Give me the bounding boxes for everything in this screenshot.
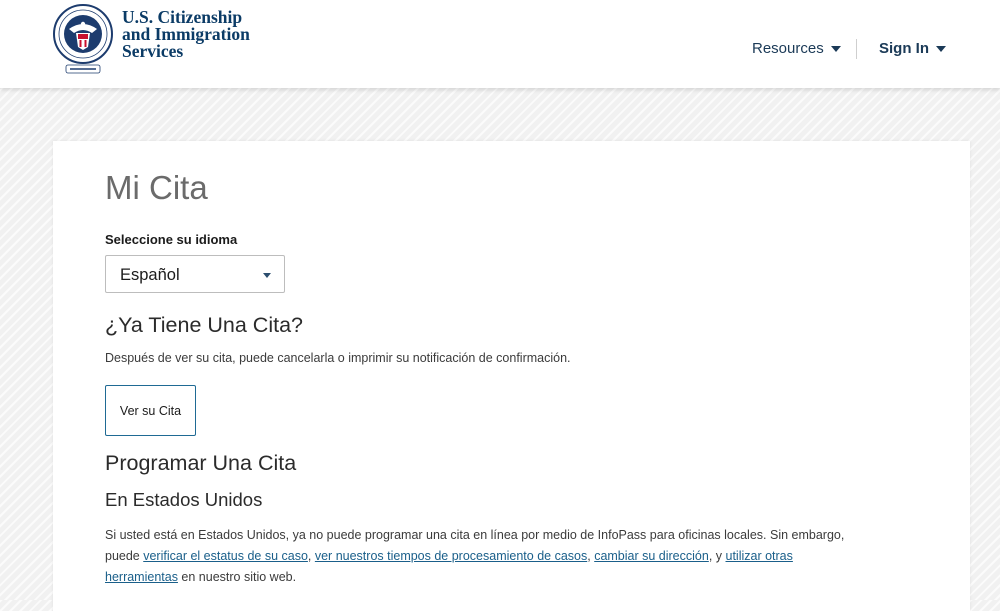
- change-address-link[interactable]: cambiar su dirección: [594, 549, 709, 563]
- dhs-seal-icon[interactable]: [52, 3, 114, 75]
- paragraph-outro: en nuestro sitio web.: [177, 570, 297, 584]
- main-card: Mi Cita Seleccione su idioma Español ¿Ya…: [53, 141, 970, 611]
- agency-name[interactable]: U.S. Citizenship and Immigration Service…: [122, 8, 250, 61]
- existing-appointment-heading: ¿Ya Tiene Una Cita?: [105, 313, 303, 337]
- language-label: Seleccione su idioma: [105, 232, 238, 247]
- schedule-appointment-heading: Programar Una Cita: [105, 451, 297, 475]
- view-appointment-button[interactable]: Ver su Cita: [105, 385, 196, 436]
- agency-name-line-3: Services: [122, 41, 184, 61]
- check-case-status-link[interactable]: verificar el estatus de su caso: [143, 549, 308, 563]
- chevron-down-icon: [830, 45, 841, 52]
- sign-in-label: Sign In: [879, 40, 929, 57]
- us-info-paragraph: Si usted está en Estados Unidos, ya no p…: [105, 525, 865, 588]
- chevron-down-icon: [263, 273, 271, 278]
- paragraph-separator: ,: [307, 549, 315, 563]
- chevron-down-icon: [936, 45, 946, 52]
- resources-label: Resources: [752, 40, 824, 57]
- site-header: U.S. Citizenship and Immigration Service…: [0, 0, 1000, 88]
- page-title: Mi Cita: [105, 169, 208, 206]
- language-select[interactable]: Español: [105, 255, 285, 293]
- resources-menu[interactable]: Resources: [752, 40, 841, 57]
- nav-divider: [856, 39, 857, 59]
- processing-times-link[interactable]: ver nuestros tiempos de procesamiento de…: [315, 549, 587, 563]
- united-states-subheading: En Estados Unidos: [105, 489, 263, 510]
- sign-in-menu[interactable]: Sign In: [879, 40, 946, 57]
- language-selected-value: Español: [120, 266, 180, 284]
- paragraph-separator: , y: [708, 549, 726, 563]
- existing-appointment-description: Después de ver su cita, puede cancelarla…: [105, 351, 571, 365]
